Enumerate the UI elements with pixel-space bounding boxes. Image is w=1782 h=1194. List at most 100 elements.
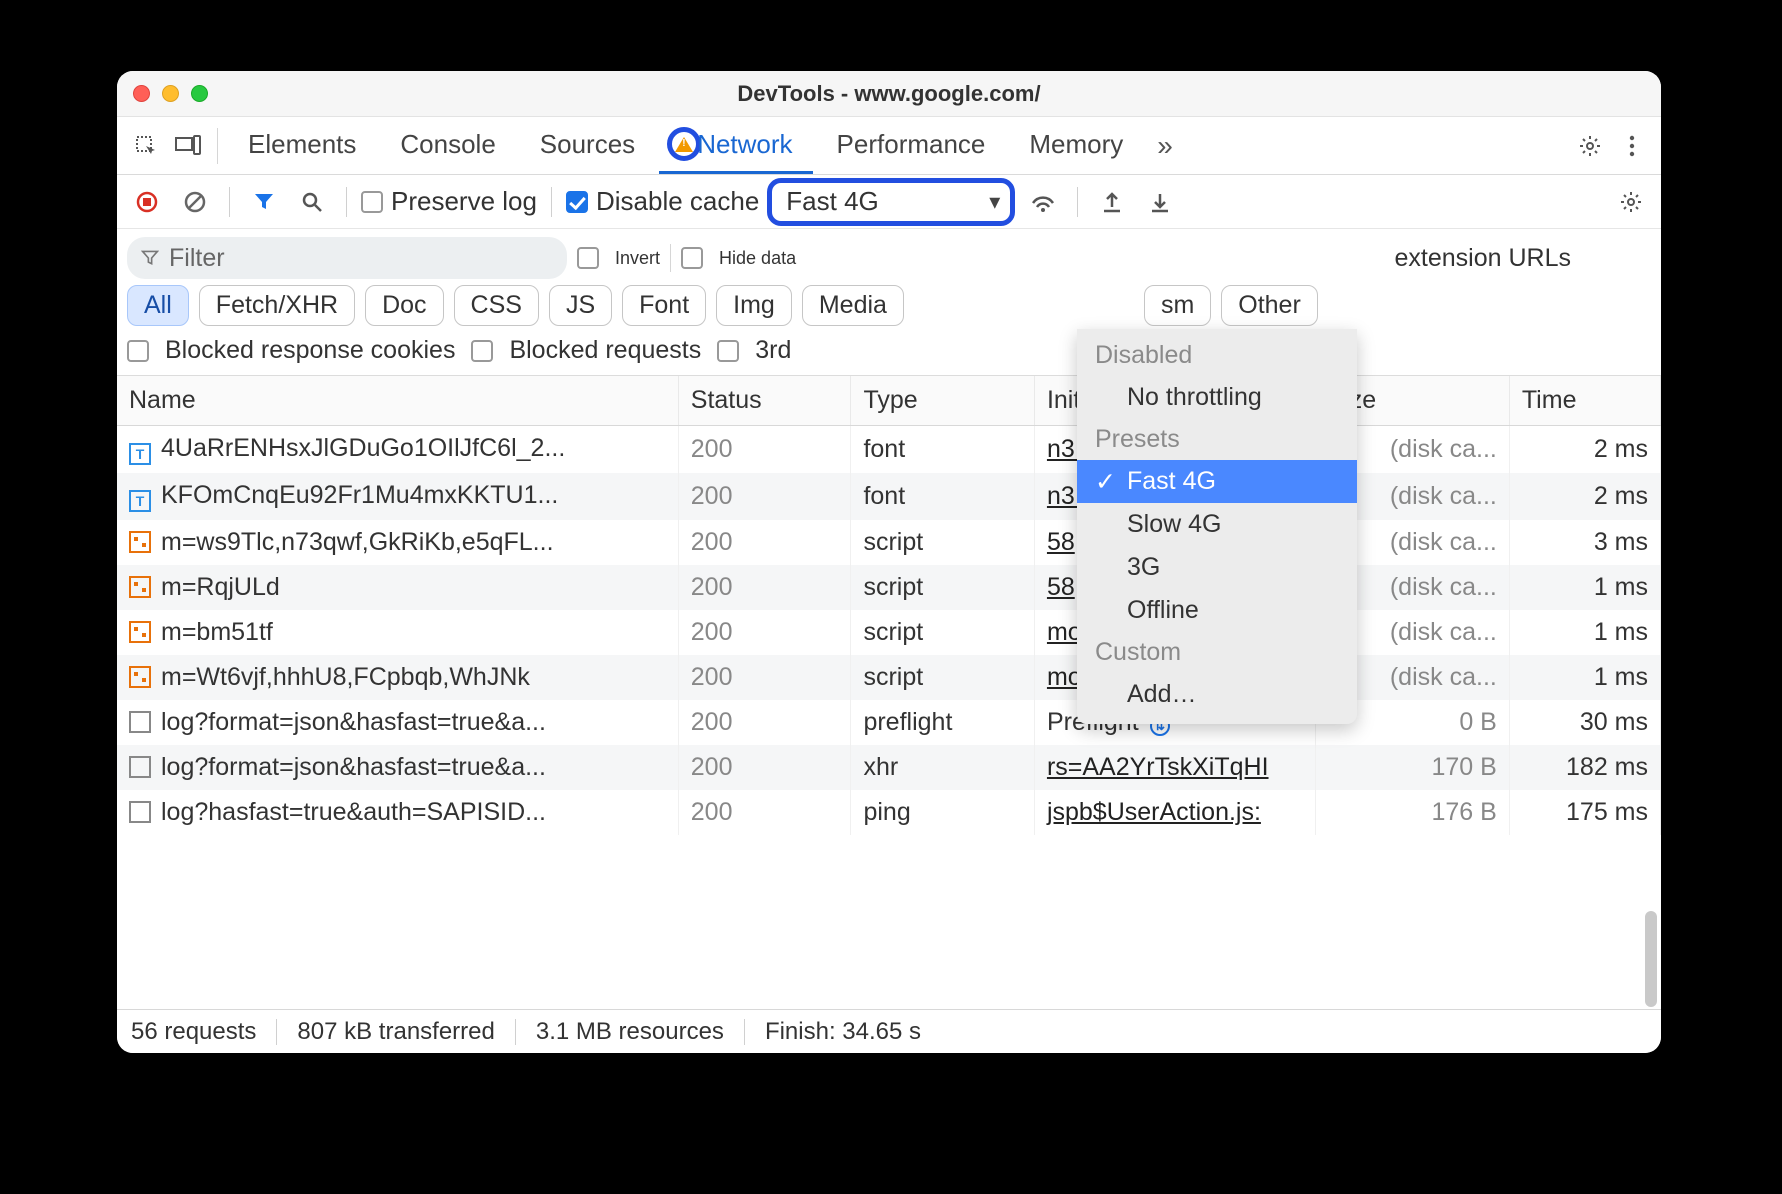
third-party-label: 3rd bbox=[755, 336, 791, 365]
col-header-type[interactable]: Type bbox=[851, 376, 1034, 426]
search-icon[interactable] bbox=[292, 182, 332, 222]
blocked-response-cookies-checkbox[interactable]: Blocked response cookies bbox=[127, 336, 455, 365]
dropdown-item-3g[interactable]: 3G bbox=[1077, 546, 1357, 589]
record-button[interactable] bbox=[127, 182, 167, 222]
import-har-icon[interactable] bbox=[1140, 182, 1180, 222]
hide-data-checkbox[interactable]: Hide data bbox=[681, 247, 796, 269]
chip-js[interactable]: JS bbox=[549, 285, 612, 326]
dropdown-header-presets: Presets bbox=[1077, 419, 1357, 460]
window-close-button[interactable] bbox=[133, 85, 150, 102]
network-conditions-icon[interactable] bbox=[1023, 182, 1063, 222]
table-row[interactable]: m=Wt6vjf,hhhU8,FCpbqb,WhJNk200scriptmodu… bbox=[117, 655, 1661, 700]
network-settings-icon[interactable] bbox=[1611, 182, 1651, 222]
chip-css[interactable]: CSS bbox=[454, 285, 539, 326]
dropdown-item-fast-4g[interactable]: Fast 4G bbox=[1077, 460, 1357, 503]
chip-media[interactable]: Media bbox=[802, 285, 904, 326]
status-transferred: 807 kB transferred bbox=[297, 1018, 494, 1046]
script-file-icon bbox=[129, 531, 151, 553]
export-har-icon[interactable] bbox=[1092, 182, 1132, 222]
cell-time: 1 ms bbox=[1509, 655, 1660, 700]
chip-doc[interactable]: Doc bbox=[365, 285, 443, 326]
dropdown-header-custom: Custom bbox=[1077, 632, 1357, 673]
script-file-icon bbox=[129, 666, 151, 688]
table-row[interactable]: TKFOmCnqEu92Fr1Mu4mxKKTU1...200fontn3:(d… bbox=[117, 473, 1661, 520]
dropdown-item-offline[interactable]: Offline bbox=[1077, 589, 1357, 632]
device-toolbar-icon[interactable] bbox=[169, 127, 207, 165]
blocked-response-label: Blocked response cookies bbox=[165, 336, 455, 365]
cell-type: xhr bbox=[851, 745, 1034, 790]
dropdown-item-no-throttling[interactable]: No throttling bbox=[1077, 376, 1357, 419]
table-row[interactable]: m=bm51tf200scriptmoduleloader.js:58(disk… bbox=[117, 610, 1661, 655]
clear-button[interactable] bbox=[175, 182, 215, 222]
tab-memory[interactable]: Memory bbox=[1009, 117, 1143, 174]
cell-initiator[interactable]: jspb$UserAction.js: bbox=[1034, 790, 1315, 835]
cell-type: ping bbox=[851, 790, 1034, 835]
tab-console[interactable]: Console bbox=[380, 117, 515, 174]
cell-time: 175 ms bbox=[1509, 790, 1660, 835]
disable-cache-label: Disable cache bbox=[596, 186, 759, 217]
checkbox-icon bbox=[566, 191, 588, 213]
status-bar: 56 requests 807 kB transferred 3.1 MB re… bbox=[117, 1009, 1661, 1053]
hide-data-label: Hide data bbox=[719, 248, 796, 269]
table-row[interactable]: m=ws9Tlc,n73qwf,GkRiKb,e5qFL...200script… bbox=[117, 520, 1661, 565]
col-header-name[interactable]: Name bbox=[117, 376, 678, 426]
cell-type: script bbox=[851, 520, 1034, 565]
divider bbox=[551, 187, 552, 217]
table-row[interactable]: log?hasfast=true&auth=SAPISID...200pingj… bbox=[117, 790, 1661, 835]
col-header-time[interactable]: Time bbox=[1509, 376, 1660, 426]
table-header-row: Name Status Type Initiator Size Time bbox=[117, 376, 1661, 426]
checkbox-icon bbox=[471, 340, 493, 362]
inspect-element-icon[interactable] bbox=[127, 127, 165, 165]
filter-row: Filter Invert Hide data extension URLs bbox=[117, 229, 1661, 285]
chip-wasm[interactable]: sm bbox=[1144, 285, 1211, 326]
tab-elements[interactable]: Elements bbox=[228, 117, 376, 174]
table-row[interactable]: log?format=json&hasfast=true&a...200xhrr… bbox=[117, 745, 1661, 790]
cell-status: 200 bbox=[678, 520, 851, 565]
checkbox-icon bbox=[577, 247, 599, 269]
blocked-requests-checkbox[interactable]: Blocked requests bbox=[471, 336, 701, 365]
cell-time: 1 ms bbox=[1509, 610, 1660, 655]
chip-fetch-xhr[interactable]: Fetch/XHR bbox=[199, 285, 355, 326]
dropdown-item-slow-4g[interactable]: Slow 4G bbox=[1077, 503, 1357, 546]
throttling-dropdown: Disabled No throttling Presets Fast 4G S… bbox=[1077, 329, 1357, 724]
cell-type: preflight bbox=[851, 700, 1034, 745]
checkbox-icon bbox=[361, 191, 383, 213]
font-file-icon: T bbox=[129, 490, 151, 512]
chip-all[interactable]: All bbox=[127, 285, 189, 326]
tab-network[interactable]: Network bbox=[659, 117, 812, 174]
kebab-menu-icon[interactable] bbox=[1613, 127, 1651, 165]
cell-status: 200 bbox=[678, 426, 851, 474]
chip-font[interactable]: Font bbox=[622, 285, 706, 326]
checkbox-icon bbox=[681, 247, 703, 269]
preserve-log-checkbox[interactable]: Preserve log bbox=[361, 186, 537, 217]
third-party-checkbox[interactable]: 3rd bbox=[717, 336, 791, 365]
disable-cache-checkbox[interactable]: Disable cache bbox=[566, 186, 759, 217]
cell-time: 2 ms bbox=[1509, 473, 1660, 520]
more-tabs-icon[interactable]: » bbox=[1147, 130, 1177, 162]
dropdown-item-add[interactable]: Add… bbox=[1077, 673, 1357, 716]
divider bbox=[276, 1019, 277, 1045]
filter-toggle-icon[interactable] bbox=[244, 182, 284, 222]
col-header-status[interactable]: Status bbox=[678, 376, 851, 426]
tab-performance[interactable]: Performance bbox=[817, 117, 1006, 174]
cell-initiator[interactable]: rs=AA2YrTskXiTqHI bbox=[1034, 745, 1315, 790]
filter-input[interactable]: Filter bbox=[127, 237, 567, 279]
chip-img[interactable]: Img bbox=[716, 285, 792, 326]
throttling-select[interactable]: Fast 4G bbox=[767, 178, 1015, 226]
cell-size: 170 B bbox=[1315, 745, 1509, 790]
funnel-icon bbox=[141, 249, 159, 267]
panel-tabs: Elements Console Sources Network Perform… bbox=[117, 117, 1661, 175]
table-row[interactable]: T4UaRrENHsxJlGDuGo1OIlJfC6l_2...200fontn… bbox=[117, 426, 1661, 474]
cell-status: 200 bbox=[678, 790, 851, 835]
window-maximize-button[interactable] bbox=[191, 85, 208, 102]
settings-icon[interactable] bbox=[1571, 127, 1609, 165]
cell-name: m=ws9Tlc,n73qwf,GkRiKb,e5qFL... bbox=[117, 520, 678, 565]
table-row[interactable]: m=RqjULd200script58(disk ca...1 ms bbox=[117, 565, 1661, 610]
tab-sources[interactable]: Sources bbox=[520, 117, 655, 174]
window-minimize-button[interactable] bbox=[162, 85, 179, 102]
scrollbar-thumb[interactable] bbox=[1645, 911, 1657, 1007]
invert-checkbox[interactable]: Invert bbox=[577, 247, 660, 269]
chip-other[interactable]: Other bbox=[1221, 285, 1318, 326]
table-row[interactable]: log?format=json&hasfast=true&a...200pref… bbox=[117, 700, 1661, 745]
network-table[interactable]: Name Status Type Initiator Size Time T4U… bbox=[117, 375, 1661, 1009]
